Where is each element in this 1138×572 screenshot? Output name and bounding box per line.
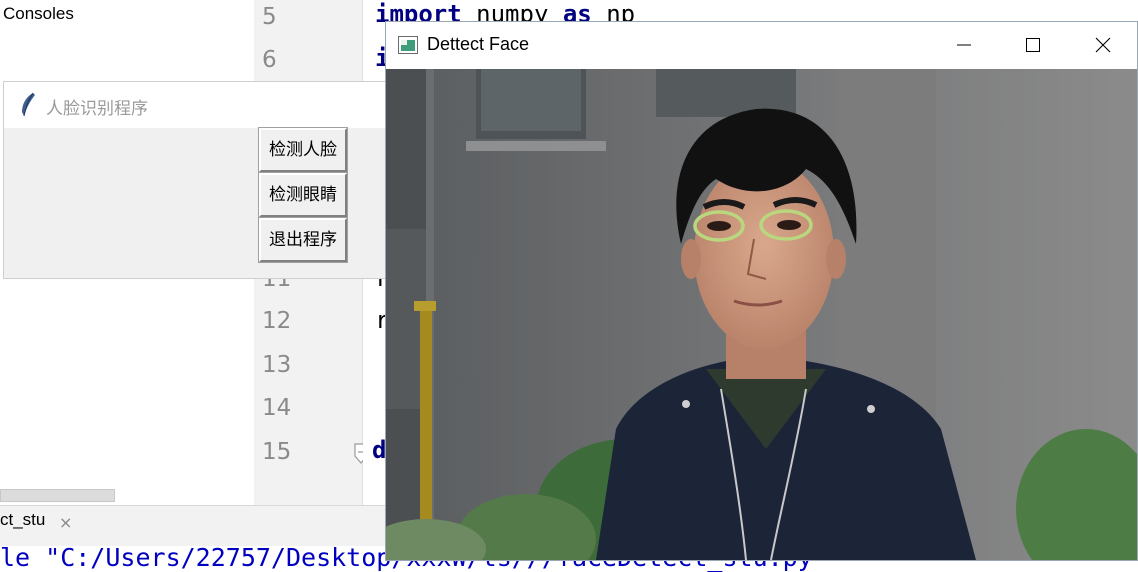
line-number: 14 <box>262 395 292 421</box>
app-window-icon <box>398 36 418 54</box>
cv-titlebar[interactable]: Dettect Face <box>386 22 1137 69</box>
tk-titlebar[interactable]: 人脸识别程序 <box>4 82 392 128</box>
cv-window-title: Dettect Face <box>427 34 530 54</box>
detect-face-button[interactable]: 检测人脸 <box>258 127 348 173</box>
feather-icon <box>22 92 35 117</box>
detected-face-image <box>386 69 1137 560</box>
horizontal-scrollbar[interactable] <box>0 489 115 502</box>
tab-close-icon[interactable]: × <box>59 513 72 532</box>
maximize-icon <box>1026 38 1040 52</box>
line-number: 13 <box>262 352 292 378</box>
minimize-icon <box>957 44 971 46</box>
face-photo <box>386 69 1137 560</box>
tk-window-title: 人脸识别程序 <box>46 99 148 119</box>
line-number: 12 <box>262 308 292 334</box>
line-number: 15 <box>262 439 292 465</box>
close-button[interactable] <box>1068 22 1138 68</box>
maximize-button[interactable] <box>998 22 1068 68</box>
line-number: 5 <box>262 4 277 30</box>
detect-eyes-button[interactable]: 检测眼睛 <box>258 172 348 218</box>
exit-program-button[interactable]: 退出程序 <box>258 217 348 263</box>
line-number: 6 <box>262 47 277 73</box>
tk-main-window: 人脸识别程序 检测人脸 检测眼睛 退出程序 <box>3 81 393 279</box>
consoles-label: Consoles <box>3 4 74 23</box>
opencv-image-window: Dettect Face <box>385 21 1138 561</box>
run-tab-label[interactable]: ct_stu <box>0 510 45 530</box>
close-icon <box>1095 37 1111 53</box>
minimize-button[interactable] <box>929 22 999 68</box>
